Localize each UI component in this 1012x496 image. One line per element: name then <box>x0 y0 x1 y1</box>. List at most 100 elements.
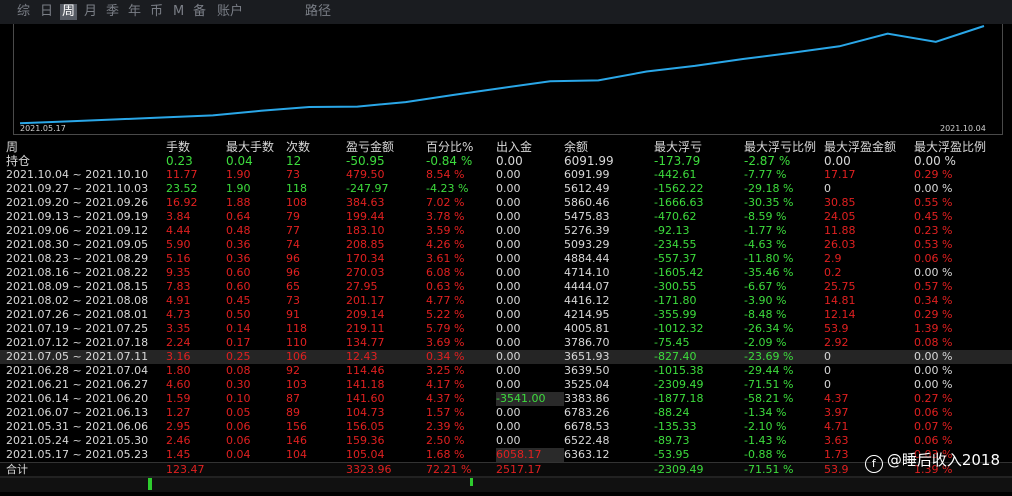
col-header[interactable]: 出入金 <box>496 140 564 154</box>
cell-max-dd: -88.24 <box>654 406 690 419</box>
cell-max-dd-pct: -29.18 % <box>744 182 794 195</box>
cell-max-dd: -557.37 <box>654 252 697 265</box>
col-header[interactable]: 周 <box>0 140 166 154</box>
cell-balance: 4214.95 <box>564 308 610 321</box>
cell-balance: 3383.86 <box>564 392 610 405</box>
cell-pct: 4.37 % <box>426 392 465 405</box>
cell-max-dd: -173.79 <box>654 154 701 168</box>
watermark: f @睡后收入2018 <box>864 449 1000 473</box>
cell-max-dd: -1562.22 <box>654 182 704 195</box>
table-row[interactable]: 2021.06.28 ~ 2021.07.04 1.80 0.08 92 114.46 3… <box>0 364 1012 378</box>
tab-month[interactable]: 月 <box>84 4 97 20</box>
total-row[interactable]: 合计 123.47 3323.96 72.21 % 2517.17 -2309.49 -71… <box>0 462 1012 477</box>
cell-max-fp: 0 <box>824 182 831 195</box>
table-row[interactable]: 2021.05.24 ~ 2021.05.30 2.46 0.06 146 159.36… <box>0 434 1012 448</box>
cell-max-fp-pct: 0.29 % <box>914 168 953 181</box>
bottom-scrollbar[interactable] <box>0 476 1012 492</box>
cell-balance: 5860.46 <box>564 196 610 209</box>
holding-row[interactable]: 持仓 0.23 0.04 12 -50.95 -0.84 % 0.00 6091… <box>0 154 1012 168</box>
cell-pct: 4.26 % <box>426 238 465 251</box>
table-row[interactable]: 2021.05.31 ~ 2021.06.06 2.95 0.06 156 156.05… <box>0 420 1012 434</box>
table-header: 周 手数 最大手数 次数 盈亏金额 百分比% 出入金 余额 最大浮亏 最大浮亏比… <box>0 140 1012 154</box>
cell-balance: 6091.99 <box>564 154 614 168</box>
tab-week[interactable]: 周 <box>60 4 78 20</box>
table-row[interactable]: 2021.06.21 ~ 2021.06.27 4.60 0.30 103 141.18… <box>0 378 1012 392</box>
cell-max-dd: -1666.63 <box>654 196 704 209</box>
cell-week: 2021.09.27 ~ 2021.10.03 <box>6 182 149 195</box>
cell-week: 2021.08.16 ~ 2021.08.22 <box>6 266 149 279</box>
cell-count: 156 <box>286 420 307 433</box>
cell-max-fp: 17.17 <box>824 168 856 181</box>
col-header[interactable]: 最大手数 <box>226 140 286 154</box>
marker-green <box>148 478 152 490</box>
table-row[interactable]: 2021.05.17 ~ 2021.05.23 1.45 0.04 104 105.04… <box>0 448 1012 463</box>
cell-lots: 0.23 <box>166 154 193 168</box>
cell-lots: 23.52 <box>166 182 198 195</box>
tab-m[interactable]: M <box>173 4 184 20</box>
cell-lots: 5.16 <box>166 252 191 265</box>
cell-week: 2021.05.24 ~ 2021.05.30 <box>6 434 149 447</box>
cell-week: 合计 <box>0 462 166 477</box>
cell-pnl: 201.17 <box>346 294 385 307</box>
tab-quarter[interactable]: 季 <box>106 4 119 20</box>
cell-week: 2021.08.23 ~ 2021.08.29 <box>6 252 149 265</box>
table-row[interactable]: 2021.07.26 ~ 2021.08.01 4.73 0.50 91 209.14 5… <box>0 308 1012 322</box>
table-row[interactable]: 2021.07.19 ~ 2021.07.25 3.35 0.14 118 219.11… <box>0 322 1012 336</box>
table-row[interactable]: 2021.08.30 ~ 2021.09.05 5.90 0.36 74 208.85 4… <box>0 238 1012 252</box>
table-row[interactable]: 2021.06.07 ~ 2021.06.13 1.27 0.05 89 104.73 1… <box>0 406 1012 420</box>
table-row[interactable]: 2021.09.06 ~ 2021.09.12 4.44 0.48 77 183.10 3… <box>0 224 1012 238</box>
col-header[interactable]: 盈亏金额 <box>346 140 426 154</box>
cell-pnl: 219.11 <box>346 322 385 335</box>
chart-end-date: 2021.10.04 <box>940 124 986 133</box>
cell-week: 2021.08.09 ~ 2021.08.15 <box>6 280 149 293</box>
col-header[interactable]: 最大浮亏 <box>654 140 744 154</box>
col-header[interactable]: 最大浮亏比例 <box>744 140 824 154</box>
cell-max-fp-pct: 0.45 % <box>914 210 953 223</box>
table-row[interactable]: 2021.06.14 ~ 2021.06.20 1.59 0.10 87 141.60 4… <box>0 392 1012 406</box>
cell-lots: 4.44 <box>166 224 191 237</box>
cell-pnl: 159.36 <box>346 434 385 447</box>
col-header[interactable]: 百分比% <box>426 140 496 154</box>
cell-pnl: 270.03 <box>346 266 385 279</box>
tab-overview[interactable]: 综 <box>17 4 30 20</box>
table-row[interactable]: 2021.08.02 ~ 2021.08.08 4.91 0.45 73 201.17 4… <box>0 294 1012 308</box>
tab-account[interactable]: 账户 <box>217 4 243 20</box>
cell-max-dd: -75.45 <box>654 336 690 349</box>
table-row[interactable]: 2021.08.16 ~ 2021.08.22 9.35 0.60 96 270.03 6… <box>0 266 1012 280</box>
col-header[interactable]: 手数 <box>166 140 226 154</box>
cell-count: 103 <box>286 378 307 391</box>
cell-max-dd: -1012.32 <box>654 322 704 335</box>
cell-max-dd: -1877.18 <box>654 392 704 405</box>
table-row[interactable]: 2021.07.05 ~ 2021.07.11 3.16 0.25 106 12.43 0… <box>0 350 1012 364</box>
cell-balance: 3786.70 <box>564 336 610 349</box>
cell-max-lots: 0.06 <box>226 434 251 447</box>
table-row[interactable]: 2021.10.04 ~ 2021.10.10 11.77 1.90 73 479.50… <box>0 168 1012 182</box>
tab-currency[interactable]: 币 <box>150 4 163 20</box>
col-header[interactable]: 最大浮盈金额 <box>824 140 914 154</box>
cell-lots: 5.90 <box>166 238 191 251</box>
cell-max-lots: 0.50 <box>226 308 251 321</box>
col-header[interactable]: 次数 <box>286 140 346 154</box>
cell-week: 2021.06.28 ~ 2021.07.04 <box>6 364 149 377</box>
cell-pnl: 12.43 <box>346 350 426 364</box>
cell-pct: -0.84 % <box>426 154 473 168</box>
table-row[interactable]: 2021.08.09 ~ 2021.08.15 7.83 0.60 65 27.95 0.… <box>0 280 1012 294</box>
tab-note[interactable]: 备 <box>193 4 206 20</box>
col-header[interactable]: 余额 <box>564 140 654 154</box>
cell-max-dd-pct: -1.34 % <box>744 406 787 419</box>
tab-day[interactable]: 日 <box>40 4 53 20</box>
cell-count: 118 <box>286 322 307 335</box>
table-row[interactable]: 2021.09.13 ~ 2021.09.19 3.84 0.64 79 199.44 3… <box>0 210 1012 224</box>
tab-path[interactable]: 路径 <box>305 4 331 20</box>
table-row[interactable]: 2021.09.20 ~ 2021.09.26 16.92 1.88 108 384.6… <box>0 196 1012 210</box>
cell-lots: 3.84 <box>166 210 191 223</box>
cell-lots: 3.35 <box>166 322 191 335</box>
tab-year[interactable]: 年 <box>128 4 141 20</box>
table-row[interactable]: 2021.08.23 ~ 2021.08.29 5.16 0.36 96 170.34 3… <box>0 252 1012 266</box>
table-row[interactable]: 2021.07.12 ~ 2021.07.18 2.24 0.17 110 134.77… <box>0 336 1012 350</box>
cell-week: 2021.09.20 ~ 2021.09.26 <box>6 196 149 209</box>
cell-max-fp-pct: 0.55 % <box>914 196 953 209</box>
cell-pnl: 384.63 <box>346 196 385 209</box>
table-row[interactable]: 2021.09.27 ~ 2021.10.03 23.52 1.90 118 -247.… <box>0 182 1012 196</box>
col-header[interactable]: 最大浮盈比例 <box>914 140 1012 154</box>
